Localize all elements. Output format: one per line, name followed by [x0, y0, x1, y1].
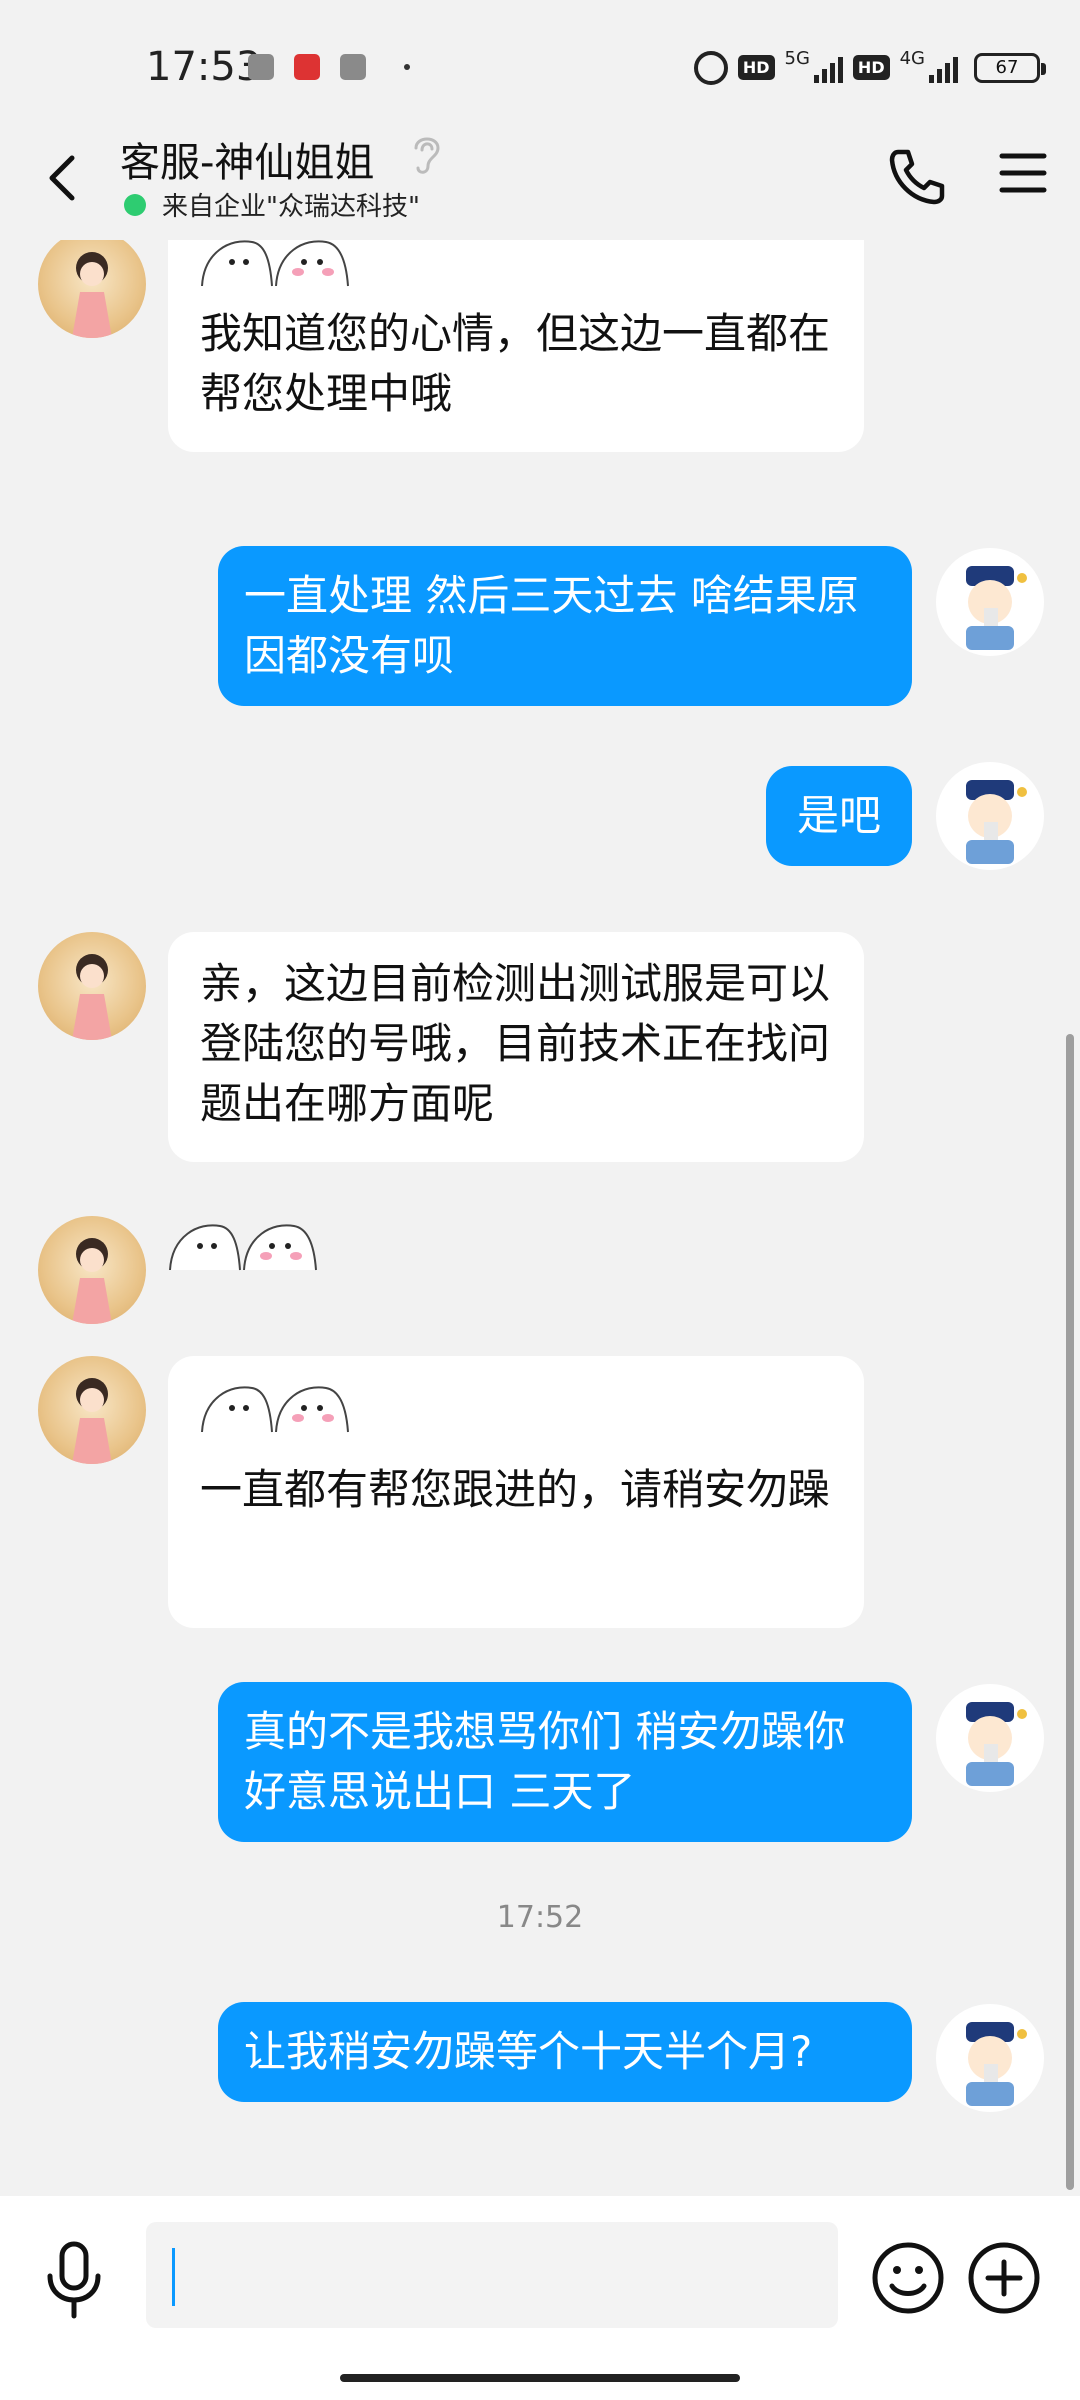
message-text: 一直都有帮您跟进的，请稍安勿躁: [200, 1465, 831, 1514]
plus-icon: [968, 2242, 1040, 2314]
message-text: 一直处理 然后三天过去 啥结果原因都没有呗: [244, 571, 859, 680]
ear-icon[interactable]: [408, 132, 444, 176]
home-indicator[interactable]: [340, 2374, 740, 2382]
chat-message-list[interactable]: 我知道您的心情，但这边一直都在帮您处理中哦 一直处理 然后三天过去 啥结果原因都…: [0, 240, 1080, 2190]
menu-button[interactable]: [998, 148, 1048, 198]
back-button[interactable]: [38, 148, 88, 208]
user-avatar[interactable]: [936, 548, 1044, 656]
message-text: 真的不是我想骂你们 稍安勿躁你好意思说出口 三天了: [244, 1707, 846, 1816]
emoji-button[interactable]: [870, 2240, 946, 2316]
agent-avatar[interactable]: [38, 1216, 146, 1324]
sticker-image: [201, 1386, 349, 1433]
battery-icon: 67: [974, 52, 1046, 83]
message-bubble-outgoing[interactable]: 是吧: [766, 766, 912, 866]
user-avatar[interactable]: [936, 762, 1044, 870]
user-avatar[interactable]: [936, 2004, 1044, 2112]
sticker-image: [201, 240, 349, 287]
phone-icon: [889, 149, 945, 205]
notification-icon: [294, 54, 320, 80]
hd-badge: HD: [852, 55, 890, 80]
message-bubble-outgoing[interactable]: 真的不是我想骂你们 稍安勿躁你好意思说出口 三天了: [218, 1682, 912, 1842]
message-timestamp: 17:52: [496, 1900, 584, 1935]
message-text: 亲，这边目前检测出测试服是可以登陆您的号哦，目前技术正在找问题出在哪方面呢: [200, 959, 831, 1128]
back-arrow-icon: [49, 155, 75, 201]
message-bubble-outgoing[interactable]: 一直处理 然后三天过去 啥结果原因都没有呗: [218, 546, 912, 706]
chat-header: 客服-神仙姐姐 来自企业"众瑞达科技": [0, 130, 1080, 240]
agent-avatar[interactable]: [38, 240, 146, 338]
message-bubble-outgoing[interactable]: 让我稍安勿躁等个十天半个月?: [218, 2002, 912, 2102]
status-bar: 17:53 HD 5G HD 4G 67: [0, 0, 1080, 130]
sticker-image[interactable]: [168, 1216, 318, 1272]
network-5g-label: 5G: [784, 48, 810, 69]
message-input[interactable]: [146, 2222, 838, 2328]
emoji-icon: [872, 2242, 944, 2314]
message-text: 是吧: [796, 791, 881, 840]
signal-icon: [813, 53, 843, 83]
notification-icons: [248, 54, 410, 80]
online-status-icon: [124, 193, 146, 216]
status-time: 17:53: [146, 44, 262, 90]
message-bubble-incoming[interactable]: 一直都有帮您跟进的，请稍安勿躁: [168, 1356, 864, 1628]
input-bar: [0, 2196, 1080, 2400]
voice-button[interactable]: [42, 2238, 106, 2322]
notification-icon: [248, 54, 274, 80]
message-text: 我知道您的心情，但这边一直都在帮您处理中哦: [200, 309, 831, 418]
microphone-icon: [47, 2241, 101, 2319]
status-right: HD 5G HD 4G 67: [693, 48, 1046, 87]
hd-badge: HD: [737, 55, 775, 80]
message-bubble-incoming[interactable]: 我知道您的心情，但这边一直都在帮您处理中哦: [168, 240, 864, 452]
company-info[interactable]: 来自企业"众瑞达科技": [124, 186, 420, 223]
network-4g-label: 4G: [899, 48, 925, 69]
signal-icon: [929, 53, 958, 83]
company-label: 来自企业"众瑞达科技": [162, 192, 420, 222]
chat-scrollbar[interactable]: [1066, 1034, 1074, 2190]
more-actions-button[interactable]: [966, 2240, 1042, 2316]
menu-icon: [999, 153, 1047, 193]
more-notifications-icon: [404, 64, 410, 70]
user-avatar[interactable]: [936, 1684, 1044, 1792]
agent-avatar[interactable]: [38, 932, 146, 1040]
alarm-icon: [693, 50, 728, 85]
message-bubble-incoming[interactable]: 亲，这边目前检测出测试服是可以登陆您的号哦，目前技术正在找问题出在哪方面呢: [168, 932, 864, 1162]
agent-avatar[interactable]: [38, 1356, 146, 1464]
message-text: 让我稍安勿躁等个十天半个月?: [244, 2027, 813, 2076]
text-cursor: [172, 2248, 175, 2306]
chat-title[interactable]: 客服-神仙姐姐: [120, 130, 374, 188]
notification-icon: [340, 54, 366, 80]
call-button[interactable]: [884, 144, 948, 208]
